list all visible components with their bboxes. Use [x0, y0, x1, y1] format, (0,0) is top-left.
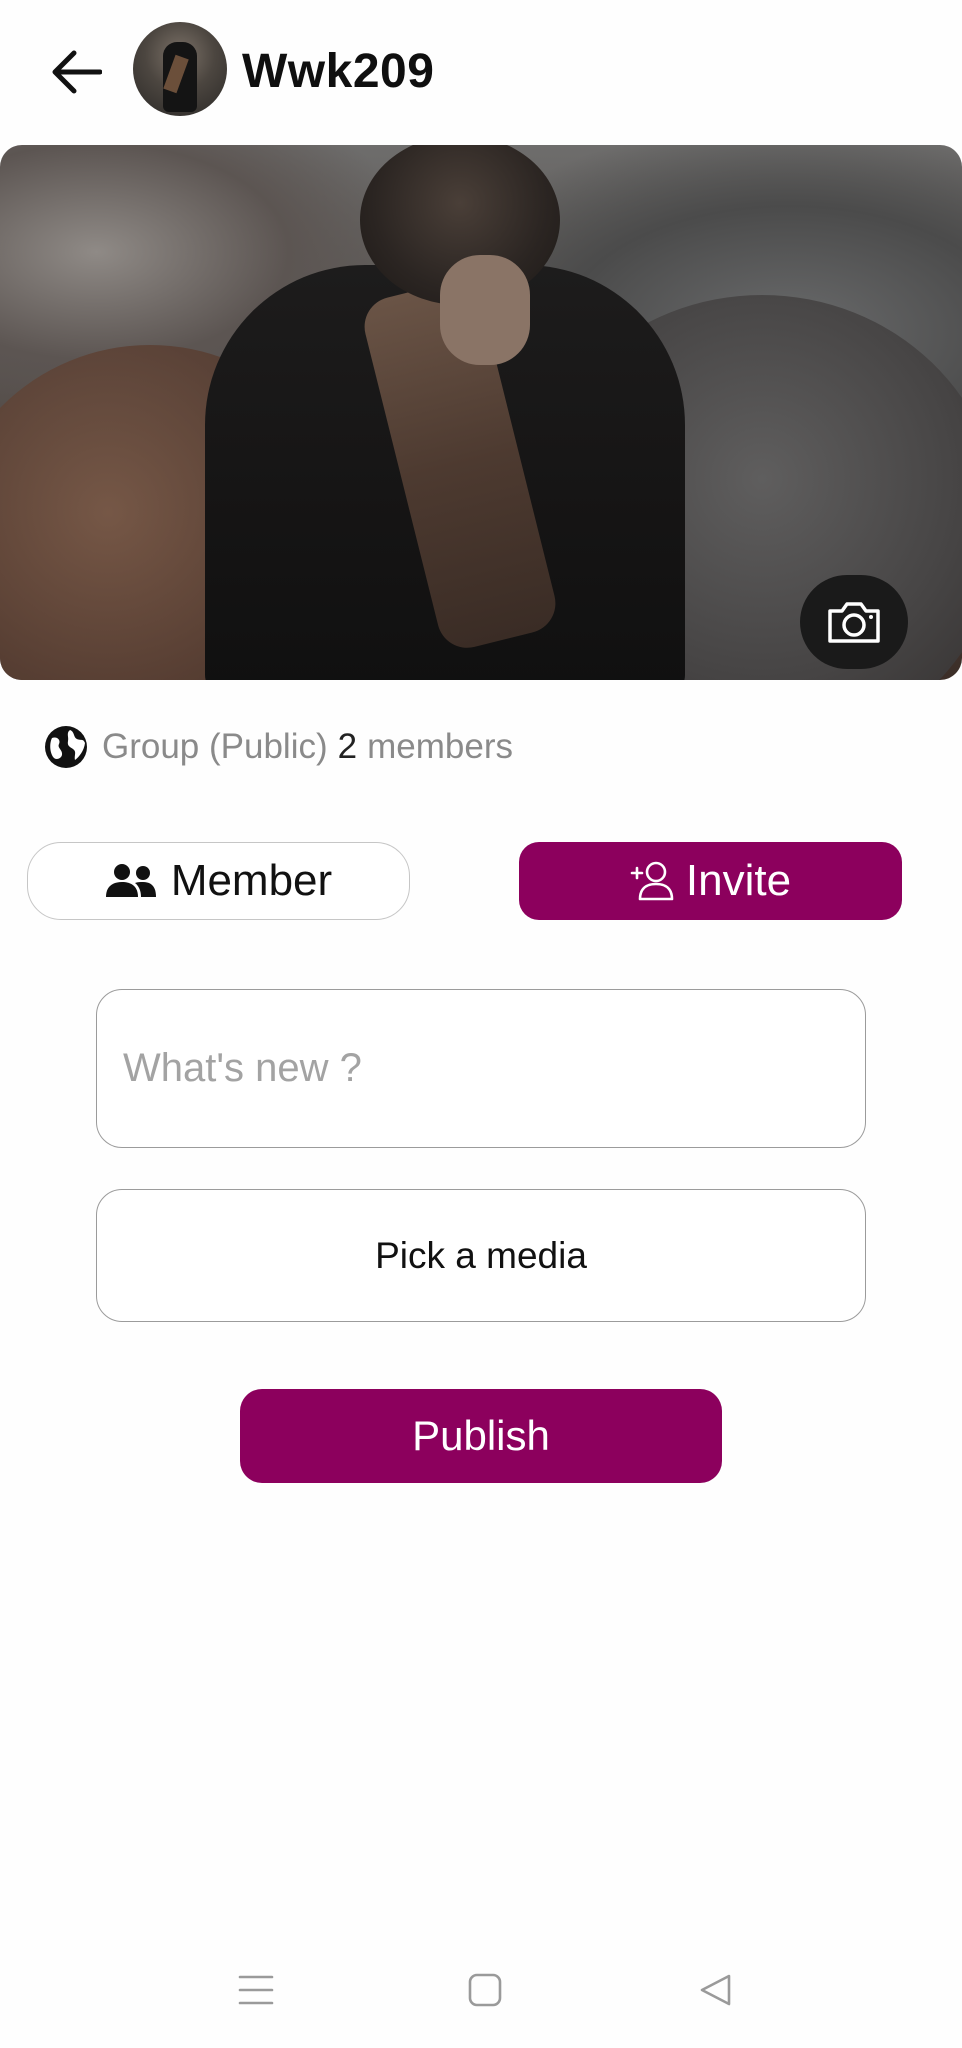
globe-icon	[42, 723, 90, 771]
add-person-icon	[630, 861, 674, 901]
member-button[interactable]: Member	[27, 842, 410, 920]
group-type-label: Group (Public)	[102, 727, 328, 766]
group-page: Wwk209 Group (Public) 2 members Member I…	[0, 0, 962, 2048]
menu-icon	[238, 1975, 274, 2005]
invite-button-label: Invite	[685, 856, 792, 905]
app-header: Wwk209	[0, 0, 962, 140]
page-title: Wwk209	[242, 45, 435, 98]
invite-button[interactable]: Invite	[519, 842, 902, 920]
cover-person-hand	[440, 255, 530, 365]
member-count: 2	[337, 727, 358, 766]
publish-label: Publish	[412, 1412, 550, 1459]
home-square-icon	[468, 1973, 502, 2007]
members-label: members	[367, 727, 513, 766]
people-icon	[105, 863, 157, 899]
back-triangle-icon	[700, 1974, 731, 2006]
home-button[interactable]	[450, 1962, 520, 2018]
change-cover-button[interactable]	[800, 575, 908, 669]
arrow-left-icon	[52, 50, 102, 94]
camera-icon	[828, 602, 880, 643]
recent-apps-button[interactable]	[221, 1962, 291, 2018]
system-nav-bar	[0, 1940, 962, 2048]
publish-button[interactable]: Publish	[240, 1389, 722, 1483]
system-back-button[interactable]	[680, 1962, 750, 2018]
member-button-label: Member	[170, 856, 333, 905]
group-info: Group (Public) 2 members	[42, 722, 513, 772]
pick-media-label: Pick a media	[375, 1234, 587, 1276]
back-button[interactable]	[40, 36, 112, 108]
whats-new-input[interactable]	[96, 989, 866, 1148]
avatar[interactable]	[133, 22, 227, 116]
pick-media-button[interactable]: Pick a media	[96, 1189, 866, 1322]
